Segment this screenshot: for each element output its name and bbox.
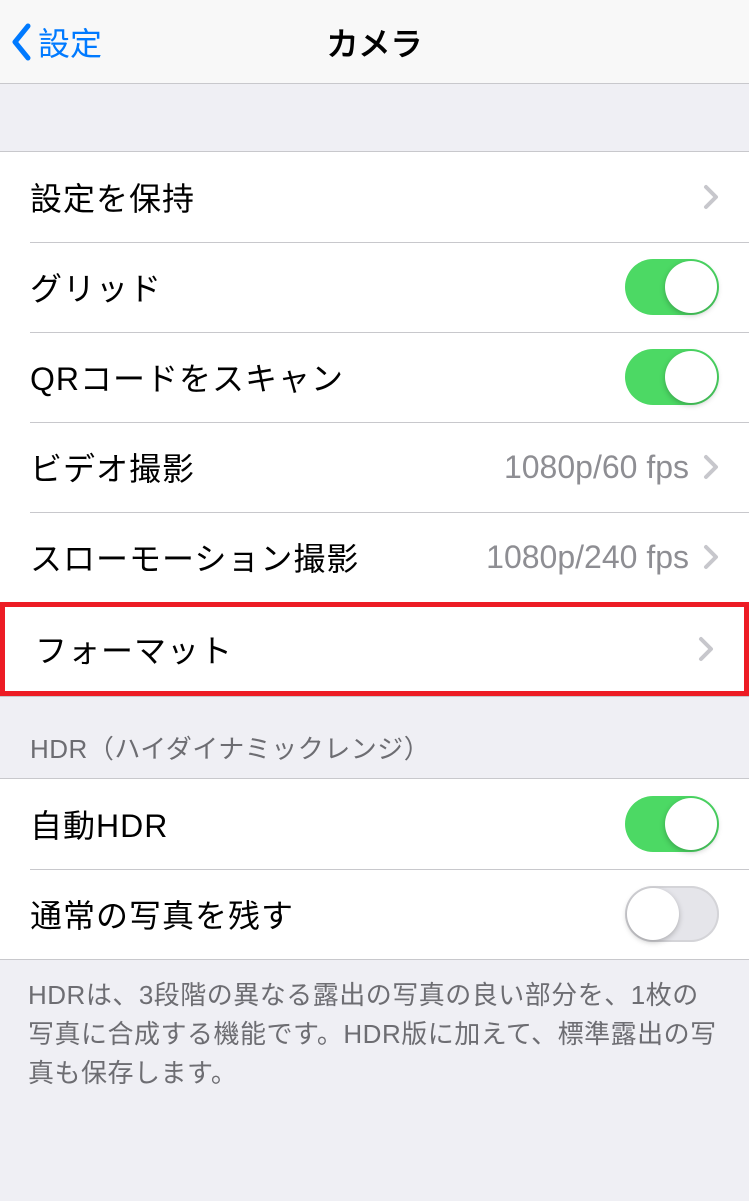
page-title: カメラ (326, 19, 422, 65)
row-slomo-recording[interactable]: スローモーション撮影 1080p/240 fps (0, 512, 749, 602)
row-value: 1080p/60 fps (504, 449, 689, 486)
hdr-section-footer: HDRは、3段階の異なる露出の写真の良い部分を、1枚の写真に合成する機能です。H… (0, 960, 749, 1111)
toggle-knob (665, 351, 717, 403)
keep-normal-toggle[interactable] (625, 886, 719, 942)
row-label: グリッド (30, 264, 162, 310)
toggle-knob (665, 798, 717, 850)
row-label: ビデオ撮影 (30, 444, 195, 490)
navigation-bar: 設定 カメラ (0, 0, 749, 84)
spacer (0, 84, 749, 151)
settings-group-hdr: 自動HDR 通常の写真を残す (0, 778, 749, 960)
row-label: スローモーション撮影 (30, 534, 359, 580)
settings-group-main: 設定を保持 グリッド QRコードをスキャン ビデオ撮影 1080p/60 fps (0, 151, 749, 697)
grid-toggle[interactable] (625, 259, 719, 315)
chevron-right-icon (703, 184, 719, 210)
row-qr-scan: QRコードをスキャン (0, 332, 749, 422)
qr-scan-toggle[interactable] (625, 349, 719, 405)
auto-hdr-toggle[interactable] (625, 796, 719, 852)
row-keep-normal-photo: 通常の写真を残す (0, 869, 749, 959)
hdr-section-header: HDR（ハイダイナミックレンジ） (0, 697, 749, 778)
back-label: 設定 (38, 19, 102, 65)
row-video-recording[interactable]: ビデオ撮影 1080p/60 fps (0, 422, 749, 512)
toggle-knob (665, 261, 717, 313)
row-grid: グリッド (0, 242, 749, 332)
row-label: QRコードをスキャン (30, 354, 344, 400)
chevron-right-icon (698, 636, 714, 662)
row-label: 通常の写真を残す (30, 891, 294, 937)
back-button[interactable]: 設定 (10, 19, 102, 65)
row-label: 設定を保持 (30, 174, 195, 220)
row-auto-hdr: 自動HDR (0, 779, 749, 869)
chevron-right-icon (703, 454, 719, 480)
toggle-knob (627, 888, 679, 940)
highlight-format: フォーマット (0, 602, 749, 696)
row-format[interactable]: フォーマット (5, 607, 744, 691)
row-preserve-settings[interactable]: 設定を保持 (0, 152, 749, 242)
row-label: 自動HDR (30, 801, 168, 847)
row-value: 1080p/240 fps (486, 539, 689, 576)
chevron-right-icon (703, 544, 719, 570)
chevron-left-icon (10, 23, 32, 61)
row-label: フォーマット (35, 626, 233, 672)
